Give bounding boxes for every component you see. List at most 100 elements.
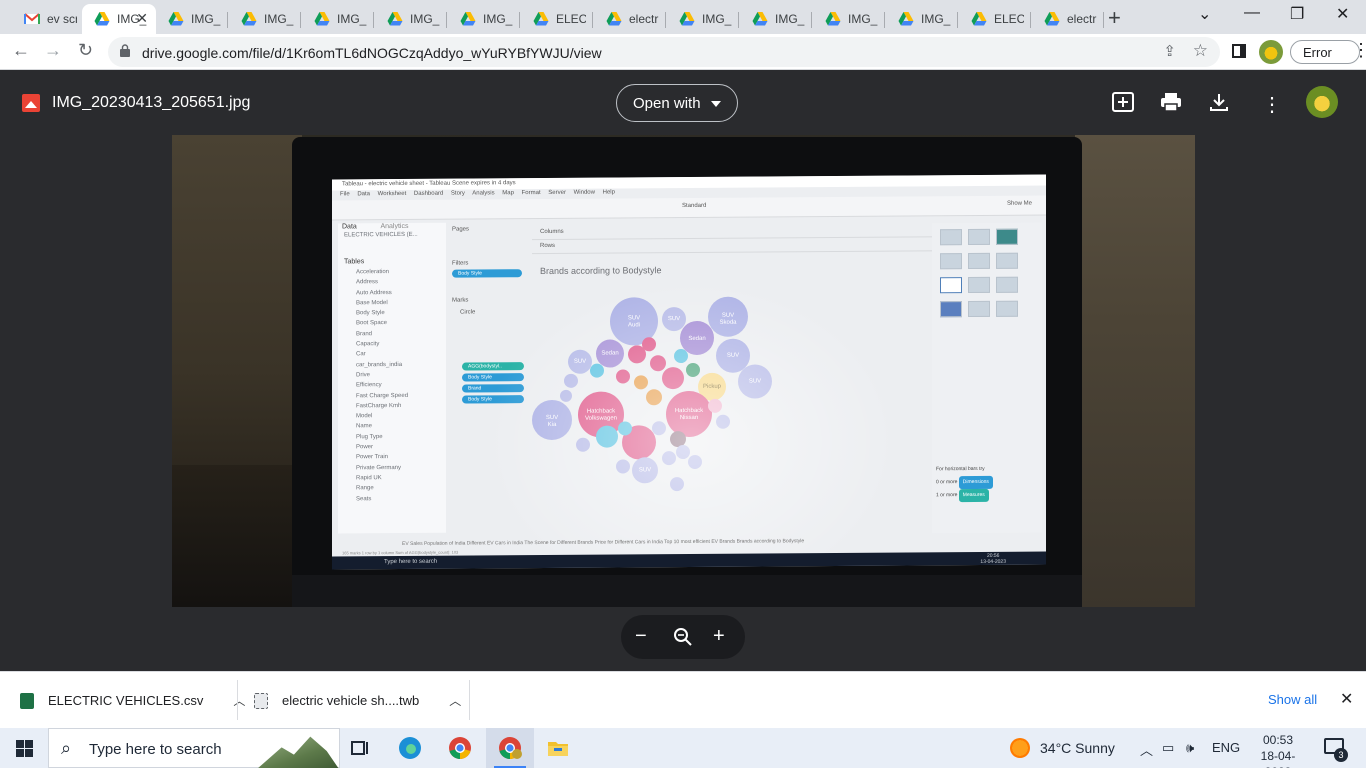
print-icon[interactable] bbox=[1160, 92, 1182, 112]
browser-menu-icon[interactable]: ⋮ bbox=[1352, 40, 1366, 61]
error-chip[interactable]: Error bbox=[1290, 40, 1360, 64]
back-button[interactable]: ← bbox=[12, 40, 30, 61]
tab-title: IMG_2 bbox=[702, 12, 732, 26]
tab-title: IMG_2 bbox=[848, 12, 878, 26]
tab[interactable]: IMG_2 bbox=[667, 4, 739, 34]
field-item: Model bbox=[356, 413, 373, 420]
taskbar-clock[interactable]: 00:53 18-04-2023 bbox=[1250, 732, 1306, 768]
file-name: IMG_20230413_205651.jpg bbox=[52, 94, 251, 111]
tab[interactable]: electri bbox=[1032, 4, 1104, 34]
add-to-drive-icon[interactable] bbox=[1112, 92, 1134, 112]
show-me-hint-title: For horizontal bars try bbox=[936, 465, 985, 473]
close-icon[interactable]: ✕ bbox=[1340, 689, 1353, 709]
show-all-button[interactable]: Show all bbox=[1268, 692, 1317, 707]
tableau-file-icon bbox=[254, 692, 268, 709]
bubble-label: SUV Kia bbox=[545, 414, 559, 428]
address-bar[interactable]: drive.google.com/file/d/1Kr6omTL6dNOGCzq… bbox=[108, 37, 1220, 67]
chart-thumb bbox=[996, 252, 1018, 269]
viewer-header: IMG_20230413_205651.jpg Open with ⋮ bbox=[0, 70, 1366, 134]
tab[interactable]: IMG_2 bbox=[302, 4, 374, 34]
tab[interactable]: electri bbox=[594, 4, 666, 34]
drive-icon bbox=[168, 12, 184, 26]
field-item: car_brands_india bbox=[356, 361, 403, 368]
open-with-button[interactable]: Open with bbox=[616, 84, 738, 122]
download-item-twb[interactable]: electric vehicle sh....twb ︿ bbox=[254, 672, 461, 729]
taskbar-search[interactable]: ⌕ Type here to search bbox=[48, 728, 340, 768]
tab[interactable]: IMG_2 bbox=[813, 4, 885, 34]
close-window-button[interactable]: ✕ bbox=[1336, 4, 1349, 24]
field-item: FastCharge Kmh bbox=[356, 402, 402, 410]
tab[interactable]: IMG_2 bbox=[448, 4, 520, 34]
edge-icon[interactable] bbox=[386, 728, 434, 768]
bubble bbox=[652, 421, 666, 436]
share-icon[interactable]: ⇪ bbox=[1163, 42, 1176, 60]
field-item: Car bbox=[356, 351, 366, 358]
chevron-up-icon[interactable]: ︿ bbox=[449, 692, 461, 709]
download-item-csv[interactable]: ELECTRIC VEHICLES.csv ︿ bbox=[20, 672, 245, 729]
field-item: Body Style bbox=[356, 310, 385, 317]
restore-button[interactable]: ❐ bbox=[1290, 4, 1304, 24]
bubble-label: Sedan bbox=[688, 335, 706, 343]
bubble-label: SUV bbox=[573, 358, 587, 365]
task-view-icon[interactable] bbox=[336, 728, 384, 768]
tab[interactable]: ELECT bbox=[959, 4, 1031, 34]
forward-button[interactable]: → bbox=[44, 40, 62, 61]
drive-icon bbox=[94, 12, 110, 26]
battery-icon[interactable]: ▭ bbox=[1162, 740, 1174, 756]
tab[interactable]: IMG_2 bbox=[740, 4, 812, 34]
chevron-up-icon[interactable]: ︿ bbox=[233, 692, 245, 709]
zoom-out-icon[interactable]: − bbox=[635, 625, 647, 648]
minimize-button[interactable]: — bbox=[1244, 4, 1260, 22]
bubble bbox=[642, 337, 656, 352]
bubble bbox=[590, 363, 604, 378]
tab-search-icon[interactable]: ⌄ bbox=[1198, 4, 1211, 24]
chrome-icon[interactable] bbox=[436, 728, 484, 768]
tab[interactable]: IMG_2 bbox=[156, 4, 228, 34]
search-placeholder: Type here to search bbox=[89, 741, 222, 758]
reload-button[interactable]: ↻ bbox=[78, 40, 93, 61]
magnifier-icon[interactable] bbox=[673, 627, 693, 647]
bubble-label: Sedan bbox=[601, 350, 619, 357]
image-preview: Tableau - electric vehicle sheet - Table… bbox=[172, 135, 1195, 607]
tab[interactable]: IMG_2 bbox=[886, 4, 958, 34]
tab[interactable]: IMG_2 bbox=[375, 4, 447, 34]
chrome-profile-icon[interactable] bbox=[486, 728, 534, 768]
search-highlight-art bbox=[257, 736, 339, 768]
file-explorer-icon[interactable] bbox=[534, 728, 582, 768]
tab[interactable]: ev scre bbox=[12, 4, 84, 34]
chart-thumb bbox=[996, 276, 1018, 293]
tab-title: IMG_2 bbox=[775, 12, 805, 26]
drive-icon bbox=[898, 12, 914, 26]
csv-file-icon bbox=[20, 692, 34, 709]
windows-start-button[interactable] bbox=[16, 740, 33, 757]
pages-shelf: Pages bbox=[452, 226, 470, 233]
more-vert-icon[interactable]: ⋮ bbox=[1262, 92, 1282, 117]
tab[interactable]: IMG_2 bbox=[229, 4, 301, 34]
field-item: Fast Charge Speed bbox=[356, 392, 409, 399]
tab-title: IMG_2 bbox=[191, 12, 221, 26]
tab-close-icon[interactable]: ✕ bbox=[136, 10, 148, 27]
bubble-label: Hatchback Nissan bbox=[674, 407, 704, 422]
account-avatar[interactable] bbox=[1306, 86, 1338, 118]
lock-icon bbox=[120, 44, 130, 57]
zoom-in-icon[interactable]: + bbox=[713, 625, 725, 648]
bubble bbox=[688, 454, 702, 470]
language-indicator[interactable]: ENG bbox=[1212, 740, 1240, 755]
marks-card: Marks bbox=[452, 297, 469, 304]
side-panel-icon[interactable] bbox=[1232, 44, 1246, 58]
profile-avatar[interactable] bbox=[1259, 40, 1283, 64]
bookmark-star-icon[interactable]: ☆ bbox=[1193, 41, 1208, 61]
tab-title: IMG_2 bbox=[410, 12, 440, 26]
weather-text[interactable]: 34°C Sunny bbox=[1040, 740, 1115, 756]
bubble bbox=[618, 421, 632, 436]
new-tab-button[interactable]: + bbox=[1108, 5, 1121, 31]
volume-icon[interactable]: 🕪 bbox=[1186, 740, 1194, 756]
weather-sun-icon[interactable] bbox=[1010, 738, 1030, 758]
tab[interactable]: IMG_2✕ bbox=[82, 4, 156, 34]
chart-thumb bbox=[996, 228, 1018, 245]
tab[interactable]: ELECT bbox=[521, 4, 593, 34]
chevron-up-icon[interactable]: ︿ bbox=[1140, 740, 1153, 759]
drive-icon bbox=[825, 12, 841, 26]
chevron-down-icon bbox=[711, 101, 721, 107]
download-icon[interactable] bbox=[1209, 92, 1229, 112]
